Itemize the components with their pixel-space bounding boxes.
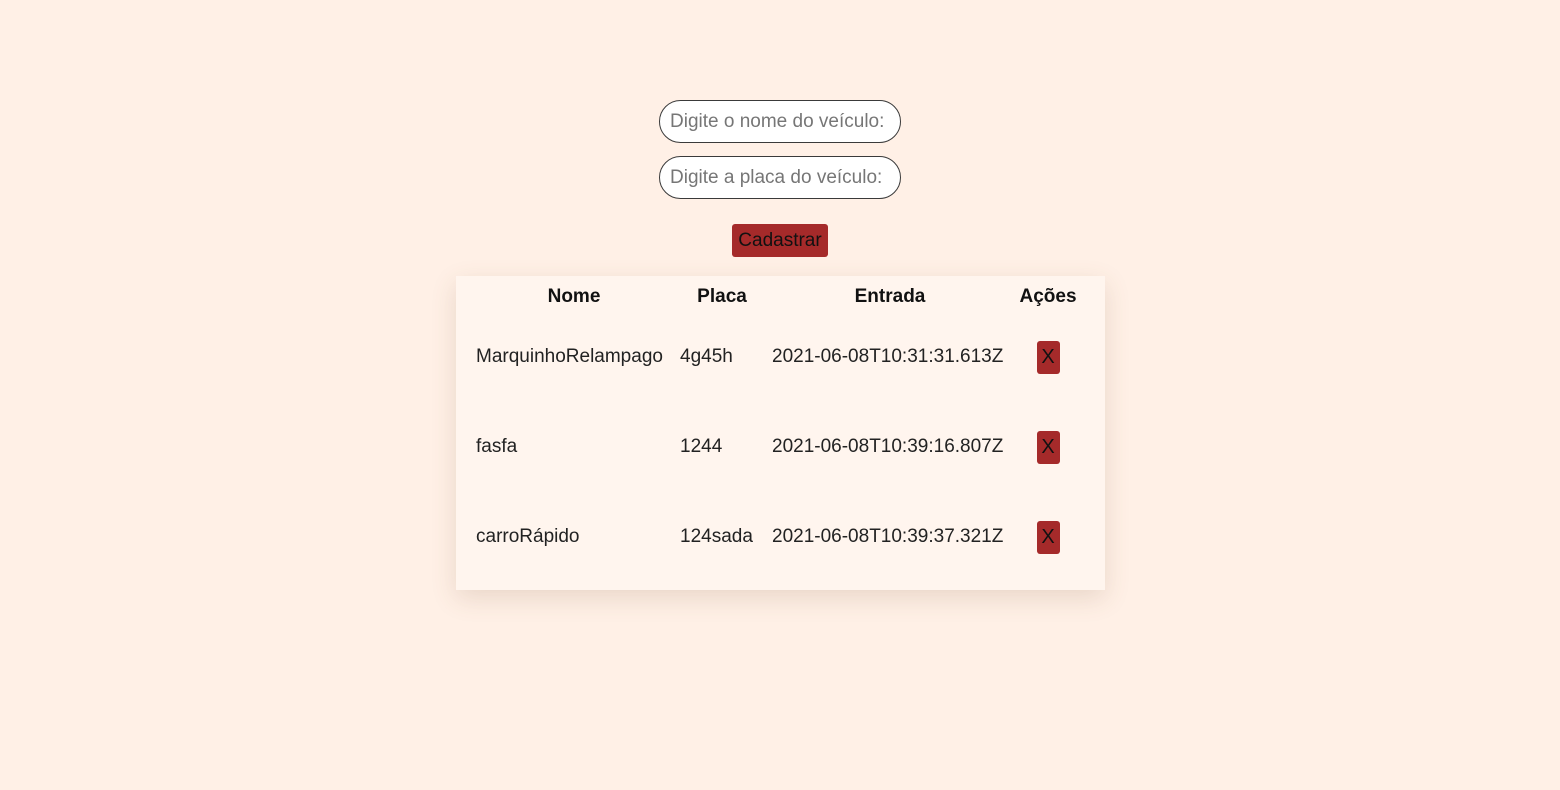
delete-button[interactable]: X	[1036, 520, 1060, 554]
cell-acoes: X	[1012, 402, 1084, 492]
cell-nome: MarquinhoRelampago	[476, 346, 663, 367]
table-row: fasfa 1244 2021-06-08T10:39:16.807Z X	[472, 402, 1084, 492]
vehicles-table: Nome Placa Entrada Ações MarquinhoRelamp…	[472, 282, 1084, 582]
cell-acoes: X	[1012, 492, 1084, 582]
header-entrada: Entrada	[854, 286, 926, 307]
vehicle-plate-input[interactable]	[659, 156, 901, 199]
table-row: MarquinhoRelampago 4g45h 2021-06-08T10:3…	[472, 312, 1084, 402]
cell-nome: fasfa	[476, 436, 518, 457]
header-nome: Nome	[547, 286, 601, 307]
table-header-row: Nome Placa Entrada Ações	[472, 282, 1084, 312]
cell-placa: 4g45h	[680, 346, 733, 367]
table-row: carroRápido 124sada 2021-06-08T10:39:37.…	[472, 492, 1084, 582]
cell-entrada: 2021-06-08T10:39:37.321Z	[772, 526, 1004, 547]
cell-placa: 124sada	[680, 526, 753, 547]
vehicles-table-card: Nome Placa Entrada Ações MarquinhoRelamp…	[456, 276, 1105, 590]
cell-placa: 1244	[680, 436, 723, 457]
header-placa: Placa	[697, 286, 747, 307]
cell-entrada: 2021-06-08T10:31:31.613Z	[772, 346, 1004, 367]
header-acoes: Ações	[1019, 286, 1077, 307]
delete-button[interactable]: X	[1036, 430, 1060, 464]
cell-acoes: X	[1012, 312, 1084, 402]
cell-nome: carroRápido	[476, 526, 580, 547]
vehicle-form: Cadastrar	[0, 100, 1560, 257]
vehicle-name-input[interactable]	[659, 100, 901, 143]
cell-entrada: 2021-06-08T10:39:16.807Z	[772, 436, 1004, 457]
register-button[interactable]: Cadastrar	[732, 224, 828, 257]
delete-button[interactable]: X	[1036, 340, 1060, 374]
